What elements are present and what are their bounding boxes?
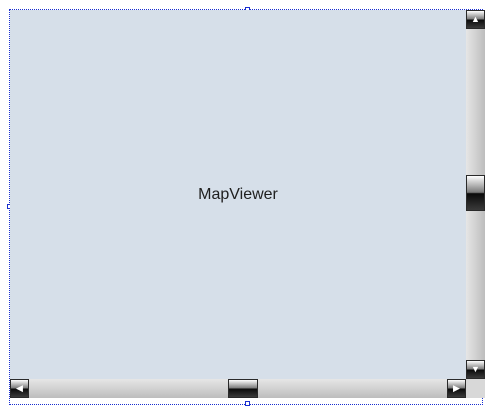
arrow-up-icon: ▲ xyxy=(471,14,480,24)
arrow-left-icon: ◀ xyxy=(16,383,23,393)
arrow-down-icon: ▼ xyxy=(471,364,480,374)
scroll-right-button[interactable]: ▶ xyxy=(447,379,466,398)
scroll-left-button[interactable]: ◀ xyxy=(10,379,29,398)
arrow-right-icon: ▶ xyxy=(453,383,460,393)
scrollbar-corner xyxy=(466,379,485,398)
control-name-label: MapViewer xyxy=(198,185,278,203)
resize-handle-bottom[interactable] xyxy=(245,401,250,406)
map-viewer-canvas[interactable]: MapViewer xyxy=(10,10,466,379)
scroll-up-button[interactable]: ▲ xyxy=(466,10,485,29)
scroll-down-button[interactable]: ▼ xyxy=(466,360,485,379)
horizontal-scroll-thumb[interactable] xyxy=(228,379,258,398)
vertical-scroll-thumb[interactable] xyxy=(466,175,485,211)
